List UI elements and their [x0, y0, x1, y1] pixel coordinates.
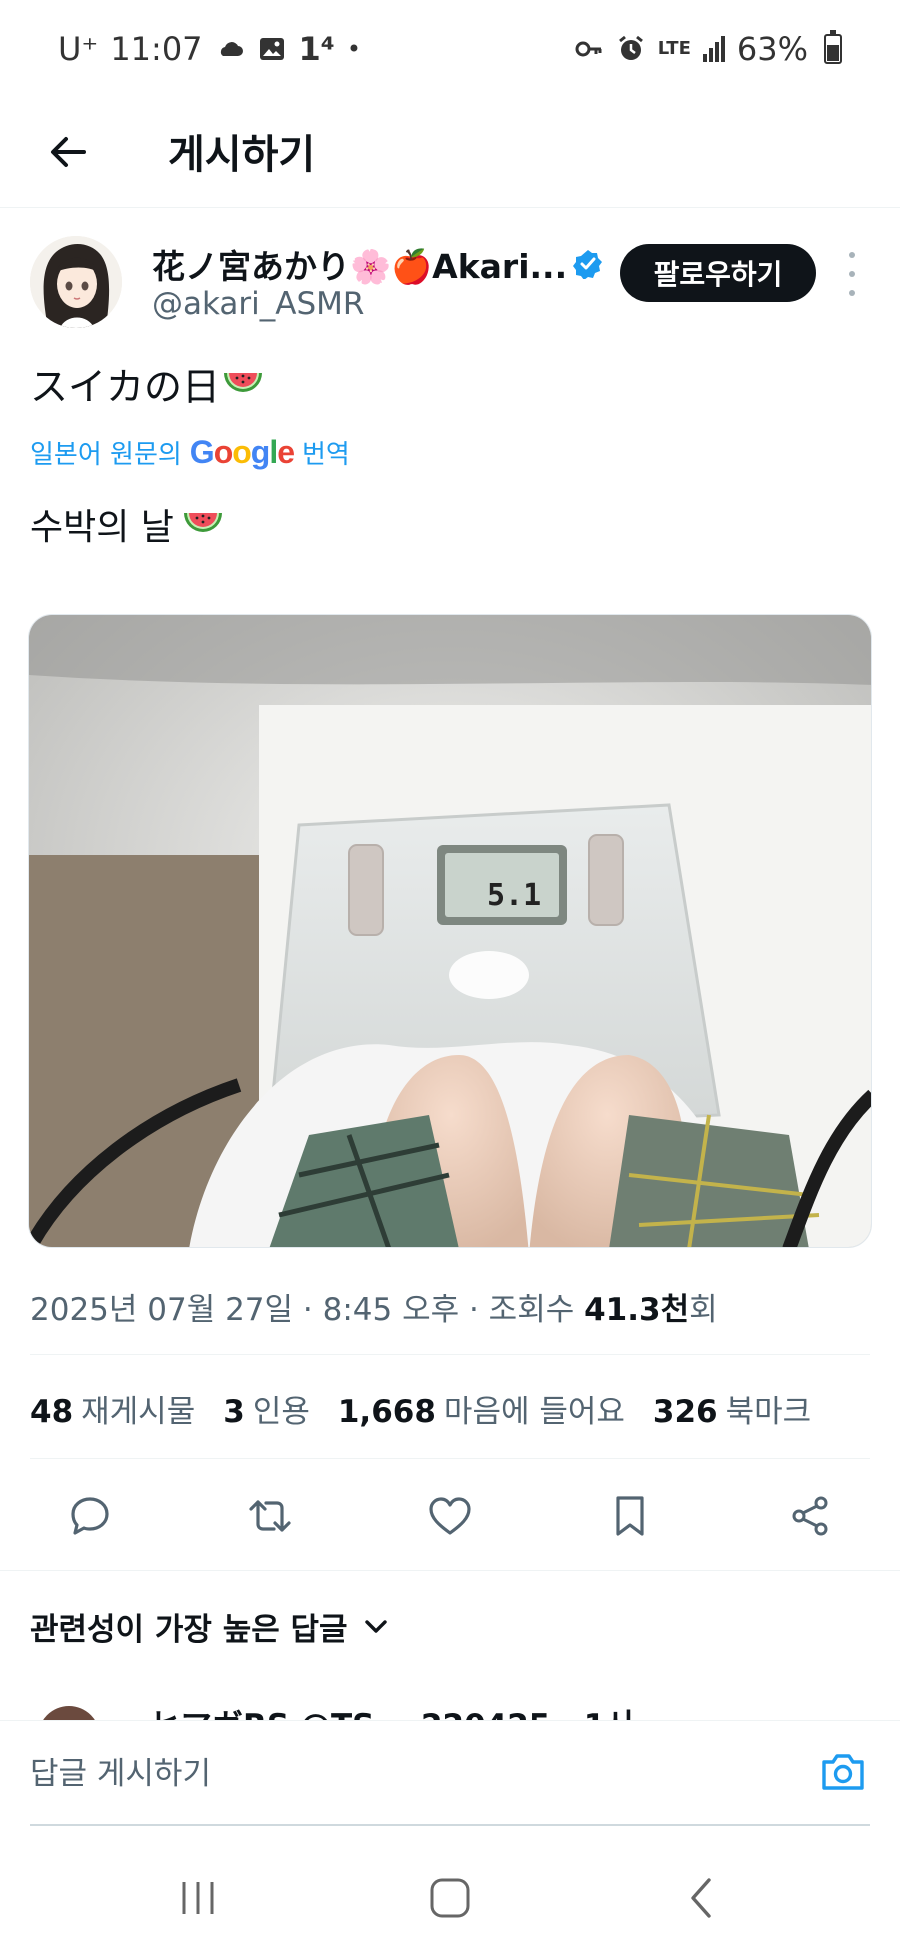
reply-input-underline	[30, 1824, 870, 1826]
divider	[30, 1458, 870, 1459]
stat-bookmarks[interactable]: 326 북마크	[653, 1386, 811, 1431]
more-dots-icon	[849, 252, 855, 258]
stat-count: 1,668	[337, 1394, 436, 1430]
reply-composer	[0, 1720, 900, 1826]
stat-count: 326	[652, 1394, 718, 1430]
notification-count: 1⁴	[298, 30, 335, 68]
notification-dot: •	[346, 35, 361, 63]
battery-percent: 63%	[736, 30, 808, 68]
battery-icon	[824, 30, 842, 64]
scale-readout: 5.1	[487, 878, 541, 913]
alarm-icon	[618, 35, 643, 60]
system-back-button[interactable]	[672, 1868, 732, 1928]
chevron-down-icon	[364, 1619, 387, 1633]
translated-text: 수박의 날	[30, 498, 224, 550]
stat-label: 마음에 들어요	[443, 1394, 625, 1430]
stat-label: 인용	[252, 1394, 310, 1430]
status-bar-right: LTE 63%	[574, 30, 842, 68]
camera-icon	[822, 1754, 864, 1790]
like-icon	[429, 1497, 471, 1535]
tweet-body: スイカの日	[30, 365, 221, 409]
engagement-stats: 48 재게시물 3 인용 1,668 마음에 들어요 326 북마크	[30, 1386, 811, 1431]
bookmark-button[interactable]	[602, 1488, 658, 1544]
view-suffix: 회	[689, 1292, 718, 1328]
reply-input[interactable]	[30, 1751, 790, 1797]
status-bar: U⁺ 11:07 1⁴ • LTE 63%	[0, 0, 900, 100]
verified-badge-icon	[573, 250, 603, 279]
stat-label: 재게시물	[81, 1394, 196, 1430]
follow-button[interactable]: 팔로우하기	[620, 244, 816, 302]
back-button[interactable]	[40, 124, 96, 180]
stat-count: 48	[30, 1394, 74, 1430]
clock: 11:07	[110, 30, 203, 68]
page-title: 게시하기	[168, 132, 316, 178]
arrow-left-icon	[51, 137, 86, 167]
home-button[interactable]	[420, 1868, 480, 1928]
stat-label: 북마크	[725, 1394, 812, 1430]
system-nav-bar	[0, 1840, 900, 1950]
view-count: 41.3천	[584, 1292, 690, 1328]
stat-count: 3	[223, 1394, 245, 1430]
reply-icon	[71, 1497, 109, 1535]
tweet-photo[interactable]: 5.1	[28, 614, 872, 1248]
camera-button[interactable]	[818, 1747, 868, 1797]
recents-button[interactable]	[168, 1868, 228, 1928]
recents-icon	[182, 1882, 214, 1914]
tweet-text: スイカの日	[30, 356, 264, 411]
like-button[interactable]	[422, 1488, 478, 1544]
author-avatar[interactable]	[30, 236, 122, 328]
reply-sort-selector[interactable]: 관련성이 가장 높은 답글	[30, 1604, 388, 1649]
scale-photo-image: 5.1	[29, 615, 871, 1247]
sort-label: 관련성이 가장 높은 답글	[30, 1612, 348, 1648]
stat-quotes[interactable]: 3 인용	[223, 1386, 310, 1431]
repost-button[interactable]	[242, 1488, 298, 1544]
reply-button[interactable]	[62, 1488, 118, 1544]
key-icon	[575, 41, 602, 57]
author-display-name: 花ノ宮あかり🌸🍎Akari...	[152, 247, 568, 286]
repost-icon	[249, 1500, 291, 1532]
home-icon	[430, 1878, 470, 1918]
signal-icon	[702, 36, 725, 62]
share-icon	[792, 1496, 828, 1536]
watermelon-emoji-icon	[224, 372, 263, 392]
gallery-icon	[259, 38, 284, 60]
translation-attribution[interactable]: 일본어 원문의 Google 번역	[30, 434, 350, 471]
status-bar-left: U⁺ 11:07 1⁴ •	[58, 30, 361, 68]
tweet-date: 2025년 07월 27일 · 8:45 오후 · 조회수	[30, 1292, 585, 1328]
back-icon	[691, 1878, 711, 1918]
stat-reposts[interactable]: 48 재게시물	[30, 1386, 195, 1431]
lte-icon: LTE	[657, 38, 691, 59]
stat-likes[interactable]: 1,668 마음에 들어요	[338, 1386, 625, 1431]
bookmark-icon	[616, 1496, 644, 1536]
author-name[interactable]: 花ノ宮あかり🌸🍎Akari...	[152, 240, 603, 288]
tweet-timestamp-views: 2025년 07월 27일 · 8:45 오후 · 조회수 41.3천회	[30, 1284, 718, 1329]
translate-suffix: 번역	[302, 440, 350, 470]
author-handle[interactable]: @akari_ASMR	[152, 286, 364, 322]
translate-prefix: 일본어 원문의	[30, 440, 182, 470]
divider	[0, 1570, 900, 1571]
more-options-button[interactable]	[840, 252, 864, 296]
cloud-icon	[220, 42, 243, 56]
tweet-action-bar	[0, 1480, 900, 1552]
top-app-bar: 게시하기	[0, 100, 900, 208]
share-button[interactable]	[782, 1488, 838, 1544]
watermelon-emoji-icon	[183, 513, 222, 532]
translated-body: 수박의 날	[30, 507, 174, 548]
divider	[30, 1354, 870, 1355]
google-logo: Google	[189, 434, 295, 470]
carrier-label: U⁺	[58, 30, 99, 68]
